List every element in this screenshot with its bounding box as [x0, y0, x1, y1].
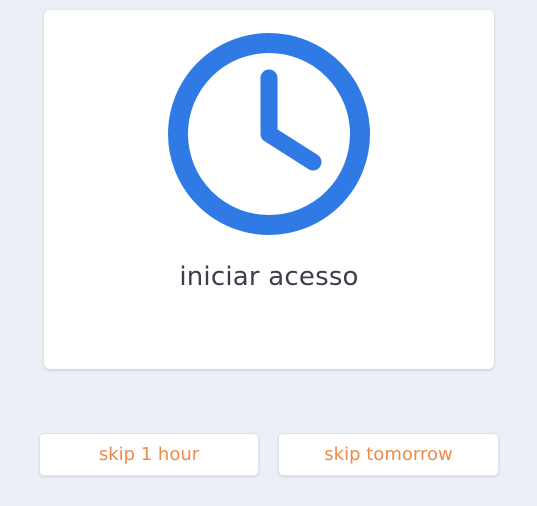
start-access-card[interactable]: iniciar acesso — [44, 10, 494, 369]
skip-1-hour-button[interactable]: skip 1 hour — [39, 433, 259, 476]
skip-tomorrow-button[interactable]: skip tomorrow — [278, 433, 499, 476]
start-access-label: iniciar acesso — [179, 262, 359, 292]
